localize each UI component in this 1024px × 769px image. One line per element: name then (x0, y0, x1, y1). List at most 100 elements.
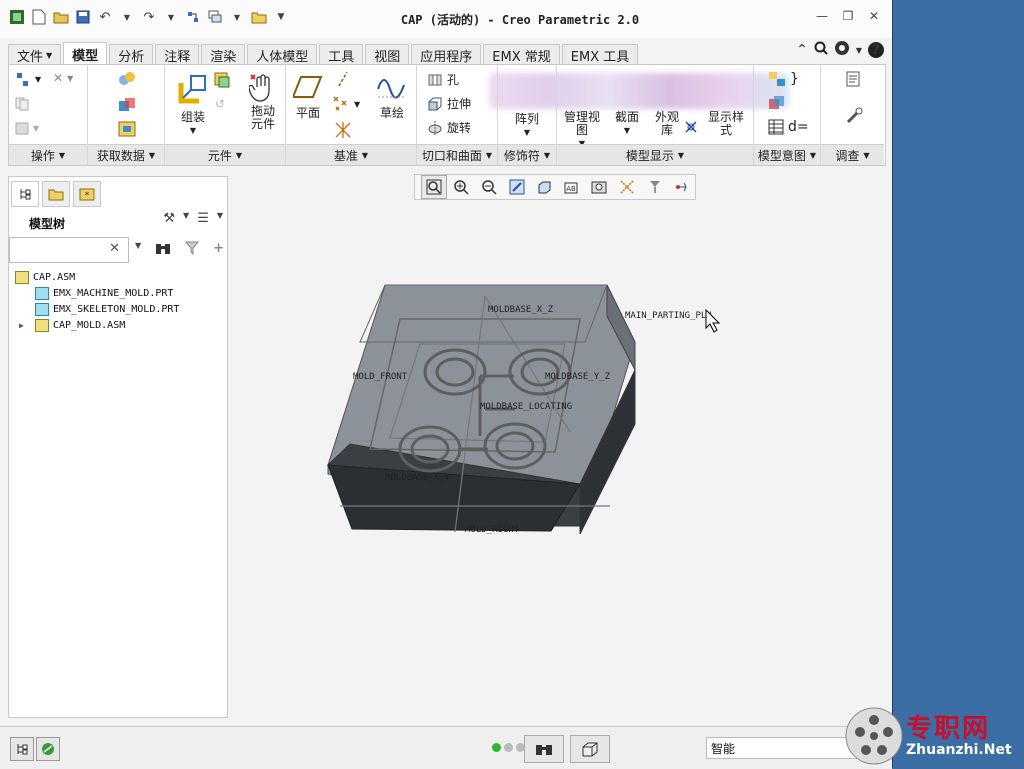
favorites-tab[interactable]: * (73, 181, 101, 207)
close-icon[interactable]: ✕ (866, 8, 882, 24)
delete-icon[interactable]: ✕ ▼ (53, 71, 73, 85)
tree-node-cap-mold-asm[interactable]: ▶ CAP_MOLD.ASM (15, 317, 179, 333)
repeat-component-icon[interactable]: ↺ (215, 97, 225, 111)
community-icon[interactable] (834, 40, 850, 60)
save-icon[interactable] (74, 8, 92, 26)
show-navigator-icon[interactable] (10, 737, 34, 761)
tree-node-skeleton-mold[interactable]: EMX_SKELETON_MOLD.PRT (15, 301, 179, 317)
tree-settings-icon[interactable]: ⚒ (163, 211, 175, 226)
reorient-icon[interactable] (683, 119, 699, 135)
add-column-icon[interactable]: + (213, 241, 224, 259)
tree-show-dropdown-icon[interactable]: ▼ (217, 211, 223, 226)
community-dropdown-icon[interactable]: ▼ (856, 46, 862, 55)
geometry-select-button[interactable] (570, 735, 610, 763)
spin-center-icon[interactable] (669, 175, 695, 199)
windows-icon[interactable] (206, 8, 224, 26)
relations-icon[interactable] (768, 95, 786, 111)
group-model-intent-label[interactable]: 模型意图 ▼ (754, 144, 820, 165)
redo-icon[interactable]: ↷ (140, 8, 158, 26)
help-icon[interactable]: ? (868, 42, 884, 58)
undo-icon[interactable]: ↶ (96, 8, 114, 26)
search-icon[interactable] (814, 41, 828, 59)
saved-orientations-icon[interactable]: AB (559, 175, 585, 199)
windows-dropdown-icon[interactable]: ▼ (228, 8, 246, 26)
assemble-button[interactable]: 组装 ▼ (171, 73, 215, 137)
display-style-icon[interactable] (531, 175, 557, 199)
folder-browser-tab[interactable] (42, 181, 70, 207)
minimize-icon[interactable]: — (814, 8, 830, 24)
tree-node-machine-mold[interactable]: EMX_MACHINE_MOLD.PRT (15, 285, 179, 301)
clear-search-icon[interactable]: ✕ (109, 241, 120, 256)
restore-icon[interactable]: ❐ (840, 8, 856, 24)
customize-qat-icon[interactable]: ▼ (272, 8, 290, 26)
close-window-icon[interactable] (250, 8, 268, 26)
repaint-icon[interactable] (504, 175, 530, 199)
group-components-label[interactable]: 元件 ▼ (165, 144, 285, 165)
group-modifiers-label[interactable]: 修饰符 ▼ (498, 144, 556, 165)
tab-view[interactable]: 视图 (365, 44, 410, 65)
group-get-data-label[interactable]: 获取数据 ▼ (88, 144, 164, 165)
pattern-button[interactable]: 阵列 ▼ (506, 91, 548, 139)
tab-annotate[interactable]: 注释 (155, 44, 200, 65)
sketch-button[interactable]: 草绘 (374, 75, 410, 120)
tab-emx-general[interactable]: EMX 常规 (483, 44, 560, 65)
regenerate-icon[interactable] (184, 8, 202, 26)
user-defined-feature-icon[interactable] (118, 121, 136, 137)
filter-icon[interactable] (185, 241, 200, 259)
hole-tool[interactable]: 孔 (427, 71, 459, 88)
group-datum-label[interactable]: 基准 ▼ (286, 144, 416, 165)
merge-inheritance-icon[interactable] (118, 97, 136, 113)
regenerate-small-icon[interactable]: ▼ (15, 71, 41, 87)
plane-button[interactable]: 平面 (290, 75, 326, 120)
model-player-icon[interactable] (845, 71, 861, 87)
tree-show-icon[interactable]: ☰ (197, 211, 209, 226)
appearance-gallery-button[interactable]: 外观 库 (649, 111, 685, 137)
tab-tools[interactable]: 工具 (319, 44, 364, 65)
selection-filter-select[interactable]: 智能 (706, 737, 862, 759)
view-manager-icon[interactable] (587, 175, 613, 199)
copy-geometry-icon[interactable] (118, 71, 136, 87)
group-operations-label[interactable]: 操作 ▼ (9, 144, 87, 165)
open-folder-icon[interactable] (52, 8, 70, 26)
new-file-icon[interactable] (30, 8, 48, 26)
revolve-tool[interactable]: 旋转 (427, 119, 471, 136)
section-button[interactable]: 截面 ▼ (609, 111, 645, 137)
zoom-out-icon[interactable] (476, 175, 502, 199)
datum-display-icon[interactable] (614, 175, 640, 199)
tree-search-input[interactable]: ✕ (9, 237, 129, 263)
tab-render[interactable]: 渲染 (201, 44, 246, 65)
tree-settings-dropdown-icon[interactable]: ▼ (183, 211, 189, 226)
find-button[interactable] (524, 735, 564, 763)
copy-icon[interactable] (15, 97, 29, 111)
undo-dropdown-icon[interactable]: ▼ (118, 8, 136, 26)
zoom-in-icon[interactable] (449, 175, 475, 199)
group-investigate-label[interactable]: 调查 ▼ (821, 144, 884, 165)
find-binoculars-icon[interactable] (155, 241, 171, 259)
axis-icon[interactable] (336, 71, 350, 87)
annotation-display-icon[interactable] (642, 175, 668, 199)
drag-components-button[interactable]: 拖动 元件 (245, 73, 281, 131)
create-component-icon[interactable] (213, 71, 231, 89)
group-cut-surface-label[interactable]: 切口和曲面 ▼ (417, 144, 497, 165)
model-tree-tab[interactable] (11, 181, 39, 207)
redo-dropdown-icon[interactable]: ▼ (162, 8, 180, 26)
minimize-ribbon-icon[interactable]: ⌃ (796, 42, 808, 58)
family-table-icon[interactable]: } (768, 71, 799, 87)
point-icon[interactable]: ▼ (332, 95, 360, 113)
group-model-display-label[interactable]: 模型显示 ▼ (557, 144, 753, 165)
tree-node-cap-asm[interactable]: CAP.ASM (15, 269, 179, 285)
graphics-window[interactable]: MOLDBASE_X_Z MAIN_PARTING_PLN MOLD_FRONT… (230, 204, 886, 720)
paste-icon[interactable]: ▼ (15, 121, 39, 135)
extrude-tool[interactable]: 拉伸 (427, 95, 471, 112)
search-dropdown-icon[interactable]: ▼ (135, 241, 141, 259)
tab-file[interactable]: 文件 ▼ (8, 44, 62, 65)
tab-manikin[interactable]: 人体模型 (247, 44, 318, 65)
references-viewer-icon[interactable] (845, 107, 863, 125)
refit-icon[interactable] (421, 175, 447, 199)
tab-analysis[interactable]: 分析 (109, 44, 154, 65)
tab-model[interactable]: 模型 (63, 42, 108, 65)
coordinate-system-icon[interactable] (334, 121, 352, 139)
display-style-button[interactable]: 显示样 式 (703, 111, 749, 137)
tab-emx-tools[interactable]: EMX 工具 (561, 44, 639, 65)
parameters-tool[interactable]: d= (768, 119, 809, 135)
